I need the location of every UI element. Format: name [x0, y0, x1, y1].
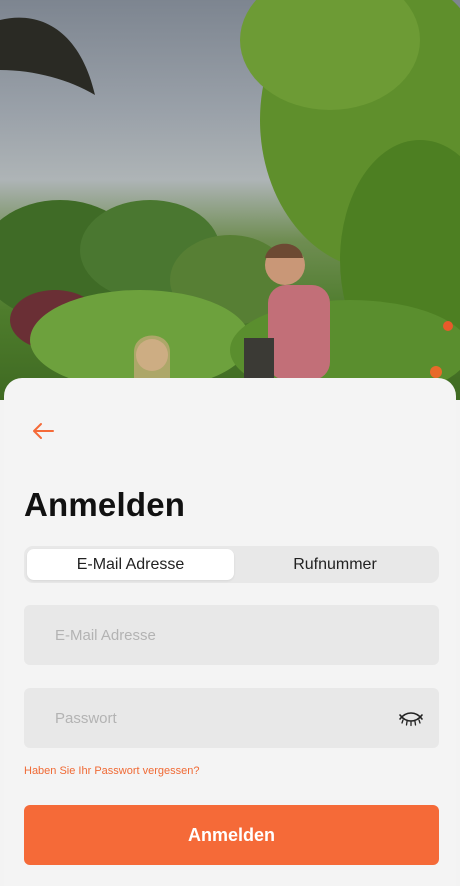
login-screen: Anmelden E-Mail Adresse Rufnummer Haben … — [0, 0, 460, 886]
tab-phone[interactable]: Rufnummer — [234, 549, 436, 580]
garden-photo-illustration — [0, 0, 460, 400]
arrow-left-icon — [33, 423, 54, 439]
header-photo — [0, 0, 460, 400]
login-button[interactable]: Anmelden — [24, 805, 439, 865]
eye-closed-icon[interactable] — [397, 706, 425, 730]
tab-email[interactable]: E-Mail Adresse — [27, 549, 234, 580]
email-input[interactable] — [24, 605, 439, 665]
password-input[interactable] — [24, 688, 439, 748]
back-button[interactable] — [28, 416, 58, 446]
forgot-password-link[interactable]: Haben Sie Ihr Passwort vergessen? — [24, 765, 199, 777]
email-field-container — [24, 605, 439, 665]
password-field-container — [24, 688, 439, 748]
page-title: Anmelden — [24, 486, 186, 523]
login-method-tabs: E-Mail Adresse Rufnummer — [24, 546, 439, 583]
